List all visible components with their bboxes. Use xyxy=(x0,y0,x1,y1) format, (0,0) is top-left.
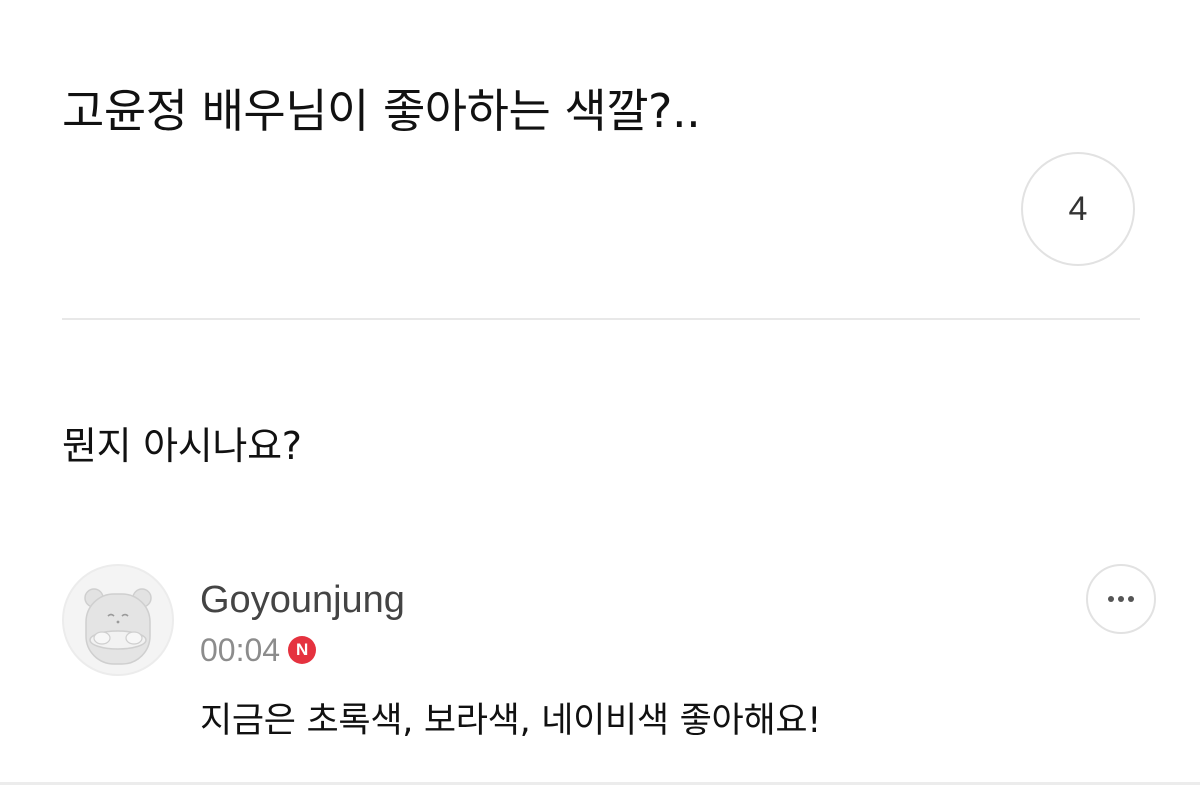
comment-time: 00:04 xyxy=(200,632,281,668)
avatar[interactable] xyxy=(62,564,174,676)
comment-meta: 00:04 N xyxy=(200,628,317,672)
new-badge: N xyxy=(288,636,317,664)
comment-text: 지금은 초록색, 보라색, 네이비색 좋아해요! xyxy=(200,701,821,741)
divider xyxy=(0,782,1200,785)
hamster-avatar-icon xyxy=(84,588,152,665)
comment-count: 4 xyxy=(1068,189,1088,228)
comment-author[interactable]: Goyounjung xyxy=(200,574,405,626)
post-title: 고윤정 배우님이 좋아하는 색깔?.. xyxy=(62,83,701,138)
comment-item: Goyounjung 00:04 N 지금은 초록색, 보라색, 네이비색 좋아… xyxy=(0,560,1200,780)
divider xyxy=(62,318,1140,320)
more-options-button[interactable] xyxy=(1086,564,1156,634)
comment-count-button[interactable]: 4 xyxy=(1021,152,1135,266)
post-body: 뭔지 아시나요? xyxy=(62,424,302,468)
more-horizontal-icon xyxy=(1108,596,1134,602)
